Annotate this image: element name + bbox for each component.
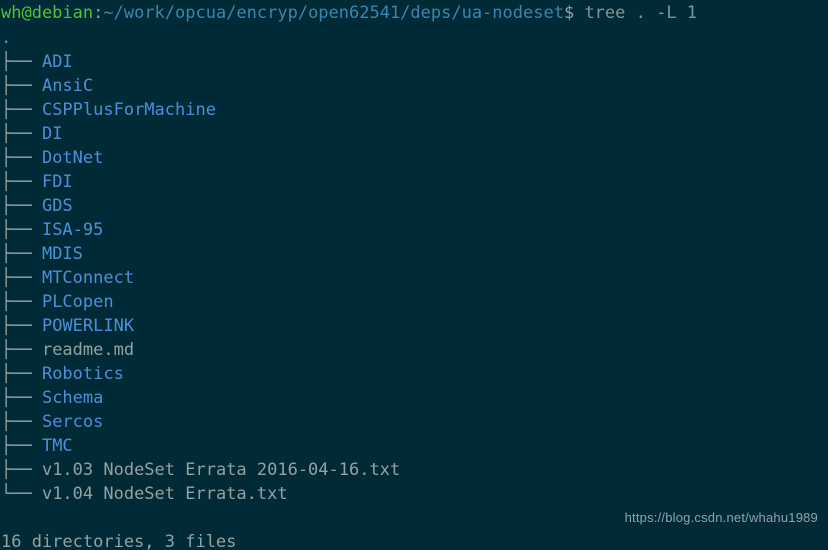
tree-file-name: v1.04 NodeSet Errata.txt: [41, 484, 288, 504]
tree-directory-name: ISA-95: [41, 220, 104, 240]
tree-entry-row: ├── GDS: [0, 194, 828, 218]
tree-branch-glyph: ├──: [1, 340, 42, 360]
tree-entry-row: ├── AnsiC: [0, 74, 828, 98]
tree-entry-row: ├── TMC: [0, 434, 828, 458]
watermark-url: https://blog.csdn.net/whahu1989: [624, 510, 818, 525]
tree-branch-glyph: ├──: [1, 52, 42, 72]
tree-branch-glyph: ├──: [1, 316, 42, 336]
tree-entry-row: ├── FDI: [0, 170, 828, 194]
tree-branch-glyph: ├──: [1, 172, 42, 192]
tree-entry-row: ├── ISA-95: [0, 218, 828, 242]
tree-branch-glyph: ├──: [1, 412, 42, 432]
tree-directory-name: TMC: [41, 436, 73, 456]
tree-entry-row: ├── DotNet: [0, 146, 828, 170]
tree-entry-row: ├── v1.03 NodeSet Errata 2016-04-16.txt: [0, 458, 828, 482]
tree-directory-name: Robotics: [41, 364, 124, 384]
tree-branch-glyph: ├──: [1, 244, 42, 264]
tree-entry-row: ├── readme.md: [0, 338, 828, 362]
tree-directory-name: AnsiC: [41, 76, 94, 96]
tree-entry-row: ├── CSPPlusForMachine: [0, 98, 828, 122]
tree-directory-name: POWERLINK: [41, 316, 135, 336]
tree-directory-name: FDI: [41, 172, 73, 192]
tree-root-label: .: [1, 28, 12, 48]
tree-directory-name: Schema: [41, 388, 104, 408]
tree-entry-row: ├── MTConnect: [0, 266, 828, 290]
tree-directory-name: GDS: [41, 196, 73, 216]
tree-branch-glyph: ├──: [1, 436, 42, 456]
tree-directory-name: MDIS: [41, 244, 83, 264]
tree-file-name: readme.md: [41, 340, 135, 360]
tree-directory-name: DotNet: [41, 148, 104, 168]
tree-entry-row: ├── Robotics: [0, 362, 828, 386]
tree-branch-glyph: ├──: [1, 388, 42, 408]
tree-branch-glyph: ├──: [1, 196, 42, 216]
tree-branch-glyph: ├──: [1, 364, 42, 384]
tree-entry-row: ├── Sercos: [0, 410, 828, 434]
tree-directory-name: Sercos: [41, 412, 104, 432]
tree-entry-row: ├── Schema: [0, 386, 828, 410]
tree-entry-row: └── v1.04 NodeSet Errata.txt: [0, 482, 828, 506]
prompt-user-host: wh@debian: [1, 3, 94, 23]
prompt-dollar: $: [563, 3, 575, 23]
tree-branch-glyph: ├──: [1, 460, 42, 480]
tree-branch-glyph: └──: [1, 484, 42, 504]
tree-entry-row: ├── POWERLINK: [0, 314, 828, 338]
tree-directory-name: DI: [41, 124, 63, 144]
tree-branch-glyph: ├──: [1, 76, 42, 96]
tree-branch-glyph: ├──: [1, 268, 42, 288]
tree-summary-line: 16 directories, 3 files: [0, 530, 828, 550]
prompt-line: wh@debian:~/work/opcua/encryp/open62541/…: [0, 0, 828, 26]
tree-entry-row: ├── PLCopen: [0, 290, 828, 314]
tree-branch-glyph: ├──: [1, 148, 42, 168]
tree-branch-glyph: ├──: [1, 100, 42, 120]
prompt-path: ~/work/opcua/encryp/open62541/deps/ua-no…: [103, 3, 564, 23]
tree-listing: ├── ADI ├── AnsiC ├── CSPPlusForMachine ├──…: [0, 50, 828, 506]
tree-directory-name: ADI: [41, 52, 73, 72]
tree-entry-row: ├── DI: [0, 122, 828, 146]
tree-branch-glyph: ├──: [1, 292, 42, 312]
tree-directory-name: PLCopen: [41, 292, 114, 312]
tree-directory-name: MTConnect: [41, 268, 135, 288]
tree-branch-glyph: ├──: [1, 220, 42, 240]
command-text: tree . -L 1: [574, 3, 698, 23]
tree-file-name: v1.03 NodeSet Errata 2016-04-16.txt: [41, 460, 401, 480]
tree-directory-name: CSPPlusForMachine: [41, 100, 216, 120]
prompt-separator: :: [93, 3, 104, 23]
tree-entry-row: ├── MDIS: [0, 242, 828, 266]
tree-root-line: .: [0, 26, 828, 50]
tree-branch-glyph: ├──: [1, 124, 42, 144]
terminal-window[interactable]: wh@debian:~/work/opcua/encryp/open62541/…: [0, 0, 828, 550]
tree-entry-row: ├── ADI: [0, 50, 828, 74]
tree-summary: 16 directories, 3 files: [1, 532, 237, 550]
